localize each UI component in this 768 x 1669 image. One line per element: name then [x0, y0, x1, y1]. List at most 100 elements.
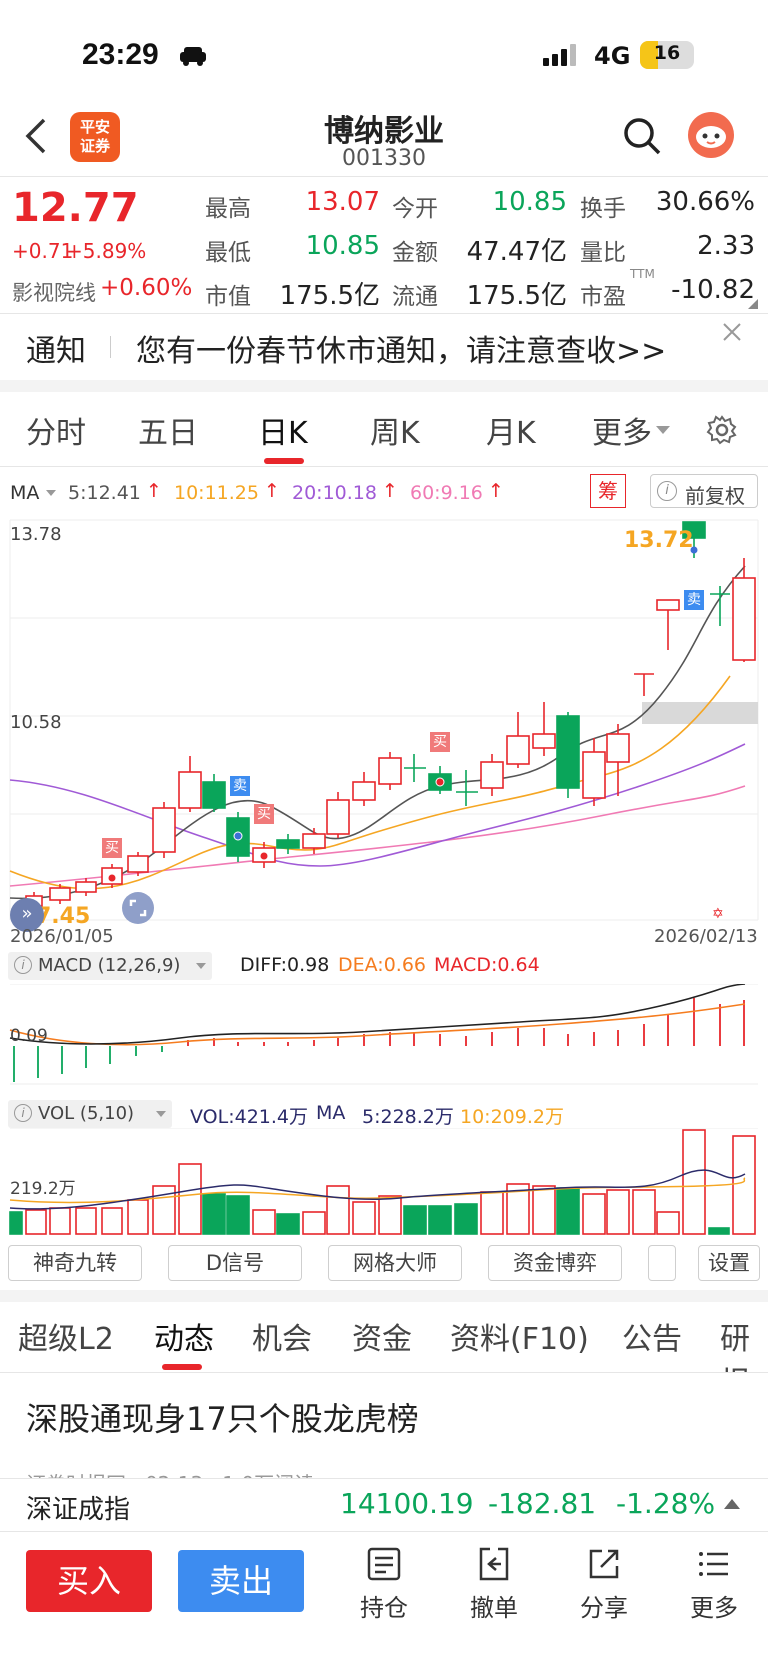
news-headline[interactable]: 深股通现身17只个股龙虎榜 — [26, 1394, 419, 1440]
info-icon: i — [657, 481, 677, 501]
stat-label-float: 流通 — [392, 284, 438, 310]
ma-dropdown-icon[interactable] — [46, 490, 56, 496]
volume-panel[interactable]: i VOL (5,10) VOL:421.4万 MA 5:228.2万 10:2… — [0, 1098, 768, 1238]
indicator-button-d-signal[interactable]: D信号 — [168, 1245, 302, 1281]
tab-announcements[interactable]: 公告 — [622, 1314, 682, 1358]
notice-label: 通知 — [26, 334, 86, 369]
indicator-button-capital-game[interactable]: 资金博弈 — [488, 1245, 622, 1281]
expand-up-icon[interactable] — [724, 1499, 740, 1509]
info-icon: i — [14, 1104, 32, 1122]
index-ticker[interactable]: 深证成指 14100.19 -182.81 -1.28% — [0, 1478, 768, 1532]
share-button[interactable]: 分享 — [564, 1546, 644, 1626]
index-value: 14100.19 — [340, 1487, 474, 1520]
notice-divider — [110, 336, 111, 358]
vol-title: VOL (5,10) — [38, 1103, 135, 1124]
back-icon[interactable] — [24, 118, 48, 158]
cancel-order-icon — [479, 1547, 509, 1581]
car-icon — [178, 46, 208, 70]
vol-selector[interactable]: i VOL (5,10) — [8, 1100, 172, 1128]
tab-intraday[interactable]: 分时 — [26, 408, 86, 452]
vol-y-label: 219.2万 — [10, 1179, 76, 1199]
tab-five-day[interactable]: 五日 — [138, 408, 198, 452]
buy-button[interactable]: 买入 — [26, 1550, 152, 1612]
tab-news-feed[interactable]: 动态 — [154, 1314, 214, 1358]
ma10-value: 10:11.25 — [174, 482, 259, 504]
sell-signal-badge[interactable]: 卖 — [230, 776, 250, 796]
sell-button[interactable]: 卖出 — [178, 1550, 304, 1612]
share-label: 分享 — [580, 1594, 628, 1622]
index-change: -182.81 — [488, 1487, 597, 1520]
tab-research[interactable]: 研报 — [720, 1314, 768, 1372]
cancel-order-button[interactable]: 撤单 — [454, 1546, 534, 1626]
indicator-button-nine-turn[interactable]: 神奇九转 — [8, 1245, 142, 1281]
volume-bars — [9, 1129, 756, 1235]
macd-panel[interactable]: i MACD (12,26,9) DIFF:0.98 DEA:0.66 MACD… — [0, 948, 768, 1088]
info-icon: i — [14, 956, 32, 974]
expand-corner-icon[interactable] — [748, 299, 758, 309]
search-icon[interactable] — [622, 116, 662, 160]
sell-signal-badge[interactable]: 卖 — [684, 590, 704, 610]
macd-title: MACD (12,26,9) — [38, 955, 181, 976]
notice-bar[interactable]: 通知 您有一份春节休市通知，请注意查收>> — [0, 314, 768, 380]
active-tab-indicator — [264, 458, 304, 464]
event-marker-icon[interactable]: ✡ — [712, 906, 724, 922]
indicator-button-partial[interactable] — [648, 1245, 676, 1281]
macd-selector[interactable]: i MACD (12,26,9) — [8, 952, 212, 980]
indicator-settings-button[interactable]: 设置 — [698, 1245, 760, 1281]
tab-weekly-k[interactable]: 周K — [370, 408, 420, 452]
sector-label[interactable]: 影视院线 — [12, 277, 96, 307]
dropdown-arrow-icon — [196, 963, 206, 969]
up-arrow-icon: ↑ — [146, 480, 162, 502]
stat-value-volume-ratio: 2.33 — [697, 231, 755, 261]
close-icon[interactable] — [720, 320, 744, 348]
current-price: 12.77 — [12, 185, 139, 231]
ma5-value: 5:12.41 — [68, 482, 141, 504]
tab-more[interactable]: 更多 — [592, 408, 652, 452]
tab-f10[interactable]: 资料(F10) — [450, 1314, 589, 1358]
stat-value-low: 10.85 — [305, 231, 380, 261]
share-icon — [589, 1549, 619, 1579]
price-change-pct: +5.89% — [66, 239, 147, 263]
stat-label-low: 最低 — [205, 240, 251, 266]
indicator-button-grid-master[interactable]: 网格大师 — [328, 1245, 462, 1281]
header: 平安 证券 博纳影业 001330 — [0, 100, 768, 176]
tab-capital[interactable]: 资金 — [352, 1314, 412, 1358]
bottom-action-bar: 买入 卖出 持仓 撤单 分享 更多 — [0, 1532, 768, 1669]
dropdown-arrow-icon — [156, 1111, 166, 1117]
network-type: 4G — [594, 42, 631, 70]
settings-gear-icon[interactable] — [706, 414, 738, 450]
macd-value: MACD:0.64 — [434, 954, 540, 976]
more-button[interactable]: 更多 — [674, 1546, 754, 1626]
buy-signal-badge[interactable]: 买 — [430, 732, 450, 752]
status-bar: 23:29 4G 16 — [0, 0, 768, 100]
tab-opportunity[interactable]: 机会 — [252, 1314, 312, 1358]
tab-monthly-k[interactable]: 月K — [486, 408, 536, 452]
index-change-pct: -1.28% — [616, 1487, 716, 1520]
stat-label-pe: 市盈 — [580, 284, 626, 310]
quote-panel: 12.77 +0.71 +5.89% 影视院线 +0.60% 最高 13.07 … — [0, 177, 768, 313]
stat-label-high: 最高 — [205, 196, 251, 222]
stat-label-turnover: 换手 — [580, 196, 626, 222]
ma-label[interactable]: MA — [10, 482, 39, 504]
tab-super-l2[interactable]: 超级L2 — [18, 1314, 114, 1358]
assistant-avatar-icon[interactable] — [688, 112, 734, 158]
news-item[interactable]: 深股通现身17只个股龙虎榜 证券时报网 · 02-13 · 1.0万阅读 — [0, 1374, 768, 1478]
sector-change[interactable]: +0.60% — [100, 275, 192, 301]
chip-distribution-button[interactable]: 筹 — [590, 474, 626, 508]
adjust-mode-button[interactable]: i 前复权 — [650, 474, 758, 508]
tab-daily-k[interactable]: 日K — [258, 408, 308, 452]
y-axis-mid-label: 10.58 — [10, 712, 62, 733]
stat-value-float: 175.5亿 — [466, 281, 567, 311]
kline-chart[interactable]: 13.78 10.58 13.72 7.45 买 买 买 卖 卖 » ✡ 202… — [0, 516, 768, 947]
news-meta: 证券时报网 · 02-13 · 1.0万阅读 — [26, 1468, 314, 1478]
holdings-button[interactable]: 持仓 — [344, 1546, 424, 1626]
notice-text[interactable]: 您有一份春节休市通知，请注意查收>> — [136, 326, 666, 370]
ma-bar: MA 5:12.41 ↑ 10:11.25 ↑ 20:10.18 ↑ 60:9.… — [0, 470, 768, 514]
macd-dea: DEA:0.66 — [338, 954, 427, 976]
more-menu-icon — [699, 1552, 728, 1576]
buy-signal-badge[interactable]: 买 — [102, 838, 122, 858]
fullscreen-icon[interactable] — [122, 892, 154, 924]
index-name: 深证成指 — [26, 1495, 131, 1525]
up-arrow-icon: ↑ — [264, 480, 280, 502]
buy-signal-badge[interactable]: 买 — [254, 804, 274, 824]
